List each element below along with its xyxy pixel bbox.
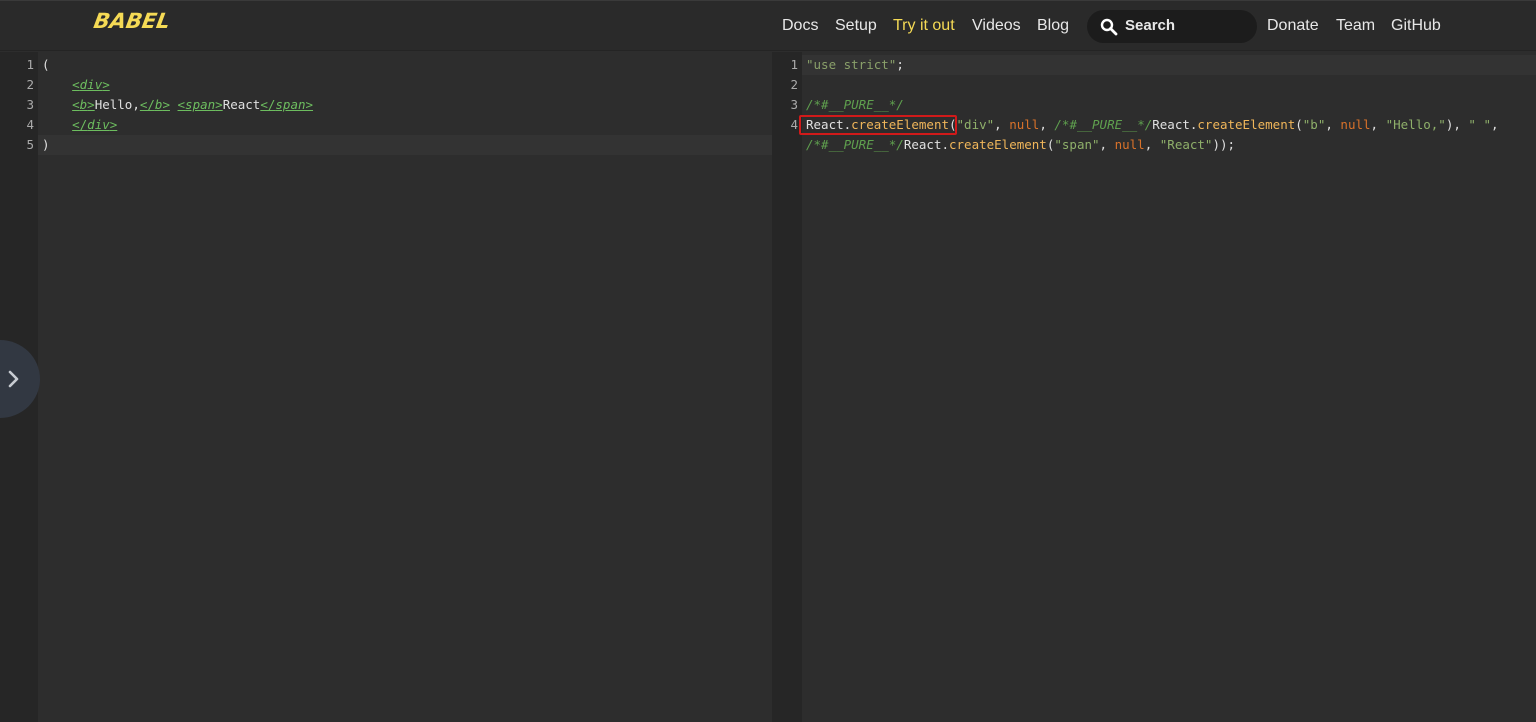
code-token: > (305, 97, 314, 112)
code-line: ) (42, 135, 50, 155)
code-token: , (1490, 117, 1499, 132)
code-token: > (102, 77, 110, 92)
nav-try-it-out[interactable]: Try it out (893, 17, 955, 35)
code-token: "b" (1302, 117, 1326, 132)
output-active-line (802, 55, 1536, 75)
top-navbar: BABEL Docs Setup Try it out Videos Blog … (0, 0, 1536, 51)
nav-team[interactable]: Team (1336, 17, 1375, 35)
code-token: /*#__PURE__*/ (1054, 117, 1153, 132)
search-label: Search (1125, 17, 1176, 34)
nav-github[interactable]: GitHub (1391, 17, 1441, 35)
input-active-line (38, 135, 772, 155)
code-token: /*#__PURE__*/ (806, 137, 904, 152)
nav-docs[interactable]: Docs (782, 17, 818, 35)
chevron-right-icon (8, 370, 19, 388)
code-token: React. (1152, 117, 1198, 132)
code-token: </ (139, 97, 155, 112)
line-number: 5 (26, 137, 34, 152)
code-token: "div" (956, 117, 995, 132)
code-token: null (1009, 117, 1040, 132)
code-line: /*#__PURE__*/React.createElement("span",… (806, 135, 1235, 155)
code-token: < (72, 97, 80, 112)
code-token: > (215, 97, 223, 112)
line-number: 2 (790, 77, 798, 92)
search-box[interactable]: Search (1087, 10, 1257, 43)
code-token: > (109, 117, 118, 132)
code-token: ), (1445, 117, 1469, 132)
code-token: </ (260, 97, 276, 112)
code-token: React. (903, 137, 949, 152)
code-token: "span" (1054, 137, 1100, 152)
code-token: React (222, 97, 261, 112)
line-number: 4 (790, 117, 798, 132)
output-editor-gutter (772, 52, 802, 722)
code-token: "use strict" (806, 57, 897, 72)
code-token: , (994, 117, 1010, 132)
code-token: > (87, 97, 95, 112)
code-line: <div> (42, 75, 110, 95)
code-token: , (1099, 137, 1115, 152)
nav-donate[interactable]: Donate (1267, 17, 1319, 35)
code-token: createElement (949, 137, 1047, 152)
code-token: ) (42, 137, 50, 152)
code-token: )); (1212, 137, 1236, 152)
code-token: , (1370, 117, 1386, 132)
code-token: span (275, 97, 306, 112)
code-token: span (185, 97, 216, 112)
line-number: 3 (26, 97, 34, 112)
code-token: </ (72, 117, 88, 132)
code-token: < (177, 97, 186, 112)
code-line: "use strict"; (806, 55, 904, 75)
line-number: 2 (26, 77, 34, 92)
nav-videos[interactable]: Videos (972, 17, 1021, 35)
code-token: null (1114, 137, 1145, 152)
code-token: "React" (1159, 137, 1213, 152)
code-token: ; (896, 57, 904, 72)
code-token: null (1340, 117, 1371, 132)
code-token: < (72, 77, 80, 92)
nav-setup[interactable]: Setup (835, 17, 877, 35)
code-token: div (79, 77, 103, 92)
code-token: ( (1295, 117, 1303, 132)
line-number: 1 (790, 57, 798, 72)
code-token: , (1144, 137, 1160, 152)
code-token: div (87, 117, 110, 132)
code-line: <b>Hello,</b> <span>React</span> (42, 95, 313, 115)
babel-logo[interactable]: BABEL (92, 9, 172, 33)
code-token: , (1325, 117, 1341, 132)
code-token: Hello, (94, 97, 140, 112)
line-number: 1 (26, 57, 34, 72)
code-token: , (1039, 117, 1055, 132)
code-token: > (162, 97, 170, 112)
code-token: /*#__PURE__*/ (806, 97, 904, 112)
code-token: "Hello," (1385, 117, 1446, 132)
highlight-box (799, 115, 957, 135)
line-number: 3 (790, 97, 798, 112)
code-token: createElement (1197, 117, 1296, 132)
search-icon (1100, 18, 1118, 36)
code-line: ( (42, 55, 50, 75)
nav-blog[interactable]: Blog (1037, 17, 1069, 35)
code-line: /*#__PURE__*/ (806, 95, 904, 115)
code-token: " " (1468, 117, 1491, 132)
code-token: ( (42, 57, 50, 72)
line-number: 4 (26, 117, 34, 132)
code-line: </div> (42, 115, 117, 135)
